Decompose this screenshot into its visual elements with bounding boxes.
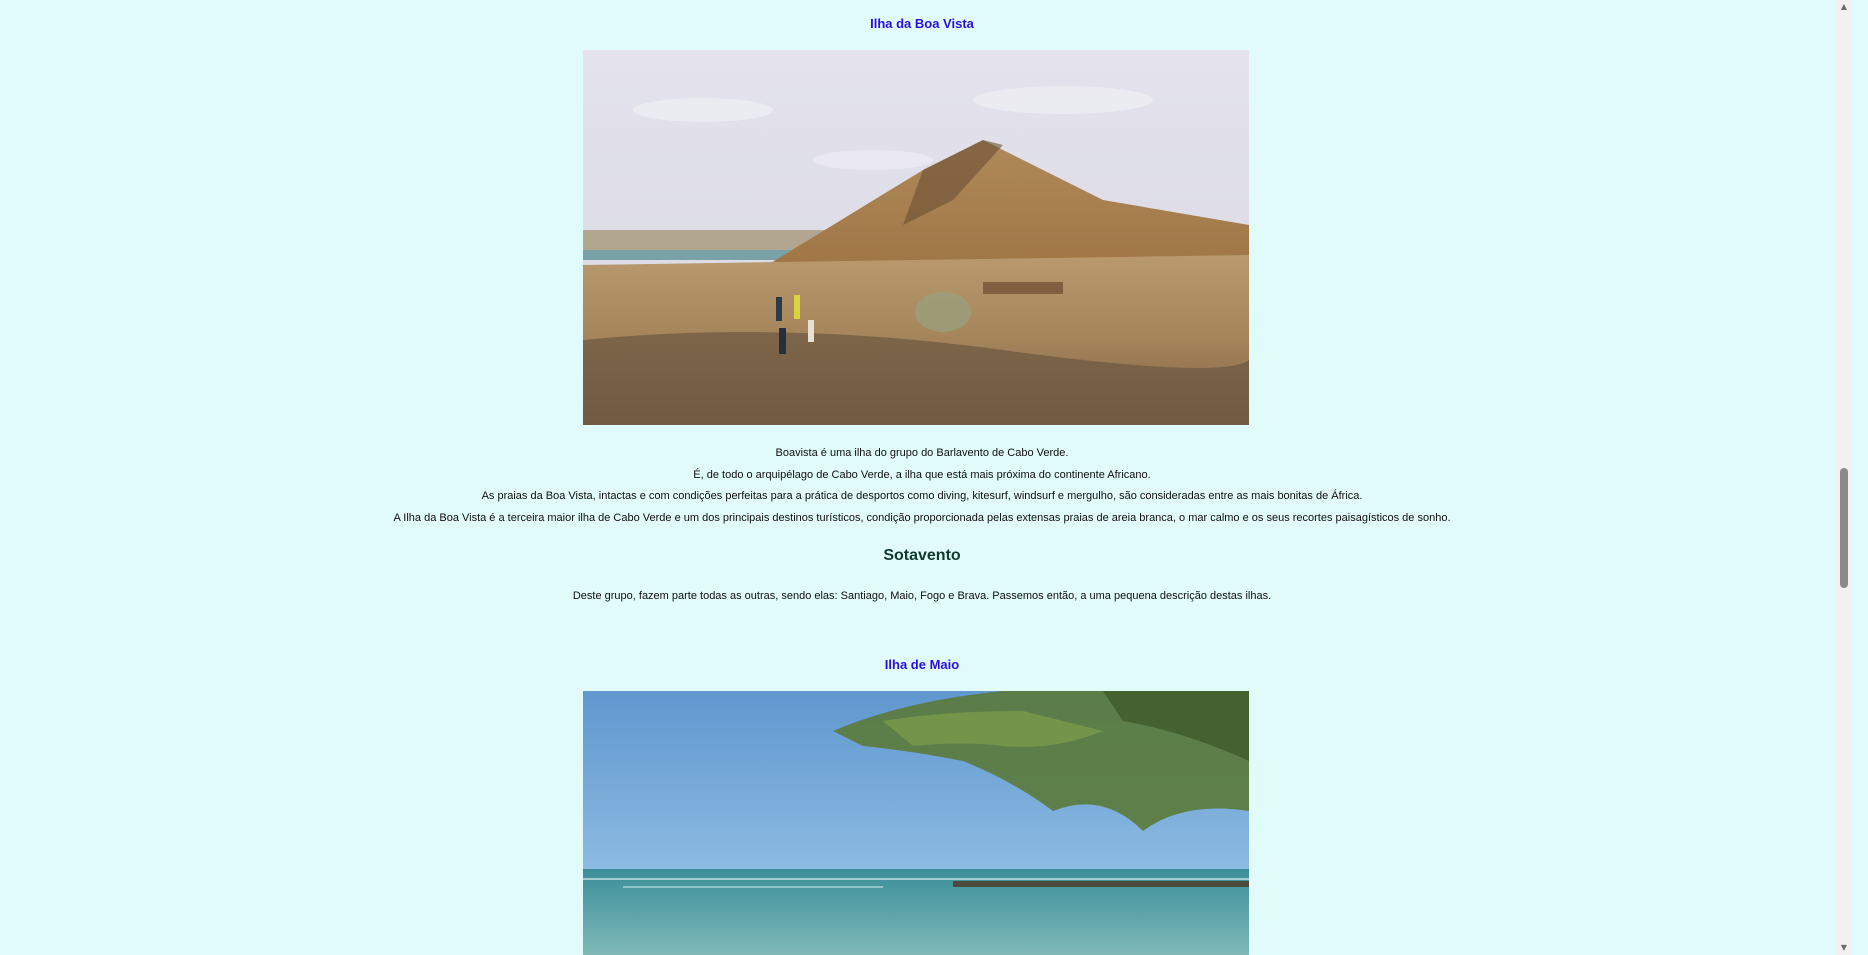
vertical-scrollbar[interactable]: ▲ ▼ bbox=[1836, 0, 1852, 955]
boavista-photo bbox=[583, 50, 1249, 425]
sotavento-description: Deste grupo, fazem parte todas as outras… bbox=[0, 586, 1844, 608]
island-title-maio: Ilha de Maio bbox=[884, 657, 960, 672]
boavista-paragraph-3: As praias da Boa Vista, intactas e com c… bbox=[481, 490, 1363, 503]
boavista-paragraph-2: É, de todo o arquipélago de Cabo Verde, … bbox=[693, 468, 1151, 481]
scroll-thumb[interactable] bbox=[1840, 468, 1848, 588]
boavista-paragraph-1: Boavista é uma ilha do grupo do Barlaven… bbox=[775, 447, 1069, 459]
maio-photo bbox=[583, 691, 1249, 955]
boavista-paragraph-4: A Ilha da Boa Vista é a terceira maior i… bbox=[393, 512, 1451, 525]
scroll-down-arrow-icon[interactable]: ▼ bbox=[1836, 941, 1852, 955]
sotavento-paragraph: Deste grupo, fazem parte todas as outras… bbox=[572, 590, 1272, 602]
boavista-description: Boavista é uma ilha do grupo do Barlaven… bbox=[0, 443, 1844, 530]
scroll-up-arrow-icon[interactable]: ▲ bbox=[1836, 0, 1852, 14]
page: Ilha da Boa Vista Boavista é uma ilha do… bbox=[0, 0, 1852, 955]
island-title-boavista: Ilha da Boa Vista bbox=[870, 16, 974, 31]
section-heading-sotavento: Sotavento bbox=[883, 547, 961, 564]
